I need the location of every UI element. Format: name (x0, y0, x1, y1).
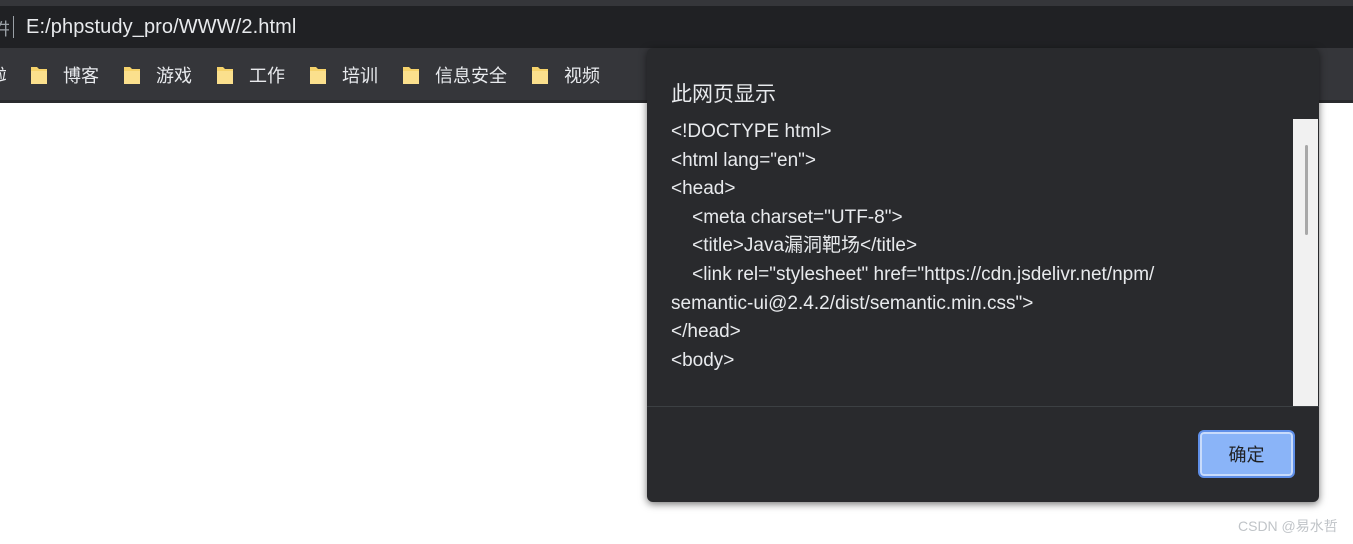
bookmark-label: 工作 (249, 66, 285, 86)
folder-icon (310, 67, 326, 84)
dialog-scrollbar[interactable] (1293, 119, 1318, 406)
bookmark-folder-games[interactable]: 游戏 (123, 62, 192, 88)
bookmark-label: 游戏 (156, 66, 192, 86)
folder-icon (31, 67, 47, 84)
bookmark-label: 博客 (63, 66, 99, 86)
watermark: CSDN @易水哲 (1238, 518, 1338, 534)
alert-dialog: 此网页显示 <!DOCTYPE html> <html lang="en"> <… (647, 48, 1319, 502)
address-bar[interactable]: 牛 E:/phpstudy_pro/WWW/2.html (0, 6, 1353, 48)
bookmark-folder-work[interactable]: 工作 (216, 62, 285, 88)
dialog-message: <!DOCTYPE html> <html lang="en"> <head> … (671, 121, 1155, 371)
address-bar-separator (13, 16, 14, 38)
bookmark-folder-infosec[interactable]: 信息安全 (402, 62, 507, 88)
folder-icon (124, 67, 140, 84)
address-bar-prefix: 牛 (0, 19, 9, 39)
folder-icon (217, 67, 233, 84)
dialog-divider (647, 406, 1319, 407)
folder-icon (403, 67, 419, 84)
address-bar-url[interactable]: E:/phpstudy_pro/WWW/2.html (26, 16, 296, 39)
bookmark-folder-video[interactable]: 视频 (531, 62, 600, 88)
bookmark-cut-label[interactable]: 站 (0, 62, 6, 88)
dialog-title: 此网页显示 (671, 83, 776, 106)
scrollbar-thumb[interactable] (1305, 145, 1308, 235)
ok-button[interactable]: 确定 (1198, 430, 1295, 478)
bookmark-folder-blog[interactable]: 博客 (30, 62, 99, 88)
bookmark-label: 信息安全 (435, 66, 507, 86)
bookmark-label: 视频 (564, 66, 600, 86)
folder-icon (532, 67, 548, 84)
bookmark-folder-training[interactable]: 培训 (309, 62, 378, 88)
bookmark-label: 培训 (342, 66, 378, 86)
